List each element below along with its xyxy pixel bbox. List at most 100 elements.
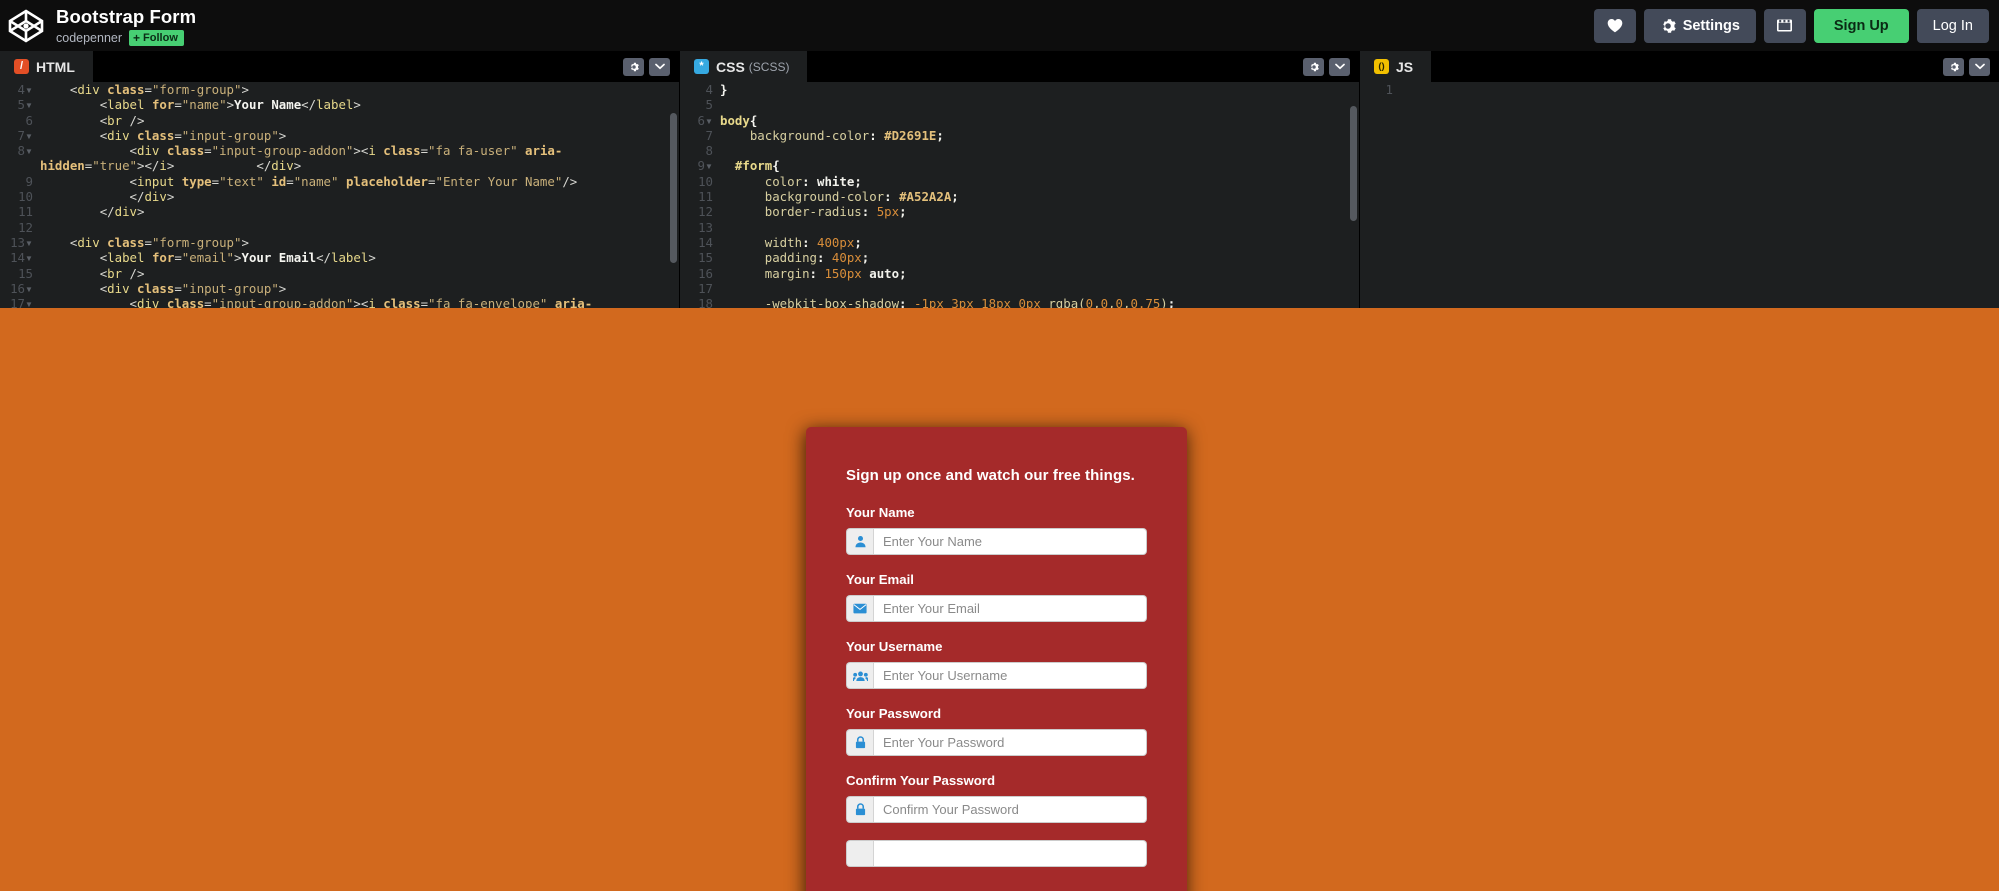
topbar-actions: Settings Sign Up Log In xyxy=(1594,9,1999,43)
line-number: 11 xyxy=(0,204,40,219)
follow-button[interactable]: + Follow xyxy=(129,30,184,46)
form-group: Your Password xyxy=(846,706,1147,756)
line-number: 10 xyxy=(0,189,40,204)
line-number: 16▾ xyxy=(0,281,40,296)
preview-pane: Sign up once and watch our free things. … xyxy=(0,308,1999,891)
css-settings-button[interactable] xyxy=(1303,58,1324,76)
change-view-button[interactable] xyxy=(1764,9,1806,43)
page-title: Bootstrap Form xyxy=(56,6,196,27)
field-input[interactable] xyxy=(874,840,1147,867)
line-number: 6▾ xyxy=(680,113,720,128)
input-group xyxy=(846,662,1147,689)
field-input[interactable] xyxy=(874,796,1147,823)
envelope-icon xyxy=(846,595,874,622)
css-code-area[interactable]: 4}5 6▾body{7 background-color: #D2691E;8… xyxy=(680,82,1359,308)
html-settings-button[interactable] xyxy=(623,58,644,76)
js-code-area[interactable]: 1 xyxy=(1360,82,1999,308)
code-text: width: 400px; xyxy=(720,235,1359,250)
tab-css[interactable]: * CSS (SCSS) xyxy=(680,51,807,82)
code-text: <div class="input-group"> xyxy=(40,281,679,296)
code-text: <div class="input-group-addon"><i class=… xyxy=(40,296,679,308)
code-line: 11 </div> xyxy=(0,204,679,219)
line-number: 18 xyxy=(680,296,720,308)
field-label: Your Password xyxy=(846,706,1147,721)
log-in-button[interactable]: Log In xyxy=(1917,9,1989,43)
code-text: #form{ xyxy=(720,158,1359,173)
form-group: Your Name xyxy=(846,505,1147,555)
sign-up-button[interactable]: Sign Up xyxy=(1814,9,1909,43)
editor-panels: / HTML 4▾ <div class="form-group">5▾ <la… xyxy=(0,51,1999,308)
js-collapse-button[interactable] xyxy=(1969,58,1990,76)
settings-button[interactable]: Settings xyxy=(1644,9,1756,43)
fold-arrow-icon[interactable]: ▾ xyxy=(705,158,713,173)
line-number: 15 xyxy=(680,250,720,265)
form-fields: Your Name Your Email Your Username Your Pas… xyxy=(846,505,1147,867)
chevron-down-icon xyxy=(655,63,665,70)
html-editor-panel: / HTML 4▾ <div class="form-group">5▾ <la… xyxy=(0,51,680,308)
layout-icon xyxy=(1776,18,1793,33)
css-preprocessor-label: (SCSS) xyxy=(749,60,790,74)
code-line: 13 xyxy=(680,220,1359,235)
code-text xyxy=(720,97,1359,112)
html-scrollbar[interactable] xyxy=(670,113,677,263)
input-group xyxy=(846,595,1147,622)
field-input[interactable] xyxy=(874,528,1147,555)
form-group: Your Username xyxy=(846,639,1147,689)
line-number: 8 xyxy=(680,143,720,158)
fold-arrow-icon[interactable]: ▾ xyxy=(25,296,33,308)
fold-arrow-icon[interactable]: ▾ xyxy=(25,128,33,143)
field-input[interactable] xyxy=(874,729,1147,756)
love-button[interactable] xyxy=(1594,9,1636,43)
top-bar: Bootstrap Form codepenner + Follow Setti… xyxy=(0,0,1999,51)
line-number: 17▾ xyxy=(0,296,40,308)
heart-icon xyxy=(1607,18,1623,33)
line-number: 7▾ xyxy=(0,128,40,143)
sign-up-label: Sign Up xyxy=(1834,18,1889,34)
form-group: Confirm Your Password xyxy=(846,773,1147,823)
code-line: 12 xyxy=(0,220,679,235)
code-text: <label for="name">Your Name</label> xyxy=(40,97,679,112)
fold-arrow-icon[interactable]: ▾ xyxy=(25,97,33,112)
js-lang-icon: () xyxy=(1374,59,1389,74)
field-input[interactable] xyxy=(874,595,1147,622)
line-number: 9 xyxy=(0,174,40,189)
code-text: margin: 150px auto; xyxy=(720,266,1359,281)
code-text: -webkit-box-shadow: -1px 3px 18px 0px rg… xyxy=(720,296,1359,308)
code-text: <label for="email">Your Email</label> xyxy=(40,250,679,265)
field-input[interactable] xyxy=(874,662,1147,689)
code-text: <br /> xyxy=(40,113,679,128)
form-group: Your Email xyxy=(846,572,1147,622)
css-scrollbar[interactable] xyxy=(1350,106,1357,221)
signup-form-card: Sign up once and watch our free things. … xyxy=(806,427,1187,891)
code-line: 8 xyxy=(680,143,1359,158)
code-line: 14▾ <label for="email">Your Email</label… xyxy=(0,250,679,265)
code-line: 7▾ <div class="input-group"> xyxy=(0,128,679,143)
code-text: border-radius: 5px; xyxy=(720,204,1359,219)
css-lang-icon: * xyxy=(694,59,709,74)
fold-arrow-icon[interactable]: ▾ xyxy=(25,250,33,265)
html-collapse-button[interactable] xyxy=(649,58,670,76)
user-icon xyxy=(846,528,874,555)
line-number: 8▾ xyxy=(0,143,40,158)
fold-arrow-icon[interactable]: ▾ xyxy=(25,143,33,158)
fold-arrow-icon[interactable]: ▾ xyxy=(25,281,33,296)
users-icon xyxy=(846,662,874,689)
fold-arrow-icon[interactable]: ▾ xyxy=(25,235,33,250)
tab-js[interactable]: () JS xyxy=(1360,51,1431,82)
codepen-logo-icon[interactable] xyxy=(6,6,46,46)
tab-html[interactable]: / HTML xyxy=(0,51,93,82)
code-text xyxy=(40,220,679,235)
line-number: 4 xyxy=(680,82,720,97)
fold-arrow-icon[interactable]: ▾ xyxy=(25,82,33,97)
fold-arrow-icon[interactable]: ▾ xyxy=(705,113,713,128)
html-code-area[interactable]: 4▾ <div class="form-group">5▾ <label for… xyxy=(0,82,679,308)
code-text: </div> xyxy=(40,189,679,204)
lock-icon xyxy=(846,796,874,823)
code-line: 16▾ <div class="input-group"> xyxy=(0,281,679,296)
js-settings-button[interactable] xyxy=(1943,58,1964,76)
code-text: } xyxy=(720,82,1359,97)
author-link[interactable]: codepenner xyxy=(56,31,122,45)
css-collapse-button[interactable] xyxy=(1329,58,1350,76)
code-text: <input type="text" id="name" placeholder… xyxy=(40,174,679,189)
code-text: <div class="input-group"> xyxy=(40,128,679,143)
